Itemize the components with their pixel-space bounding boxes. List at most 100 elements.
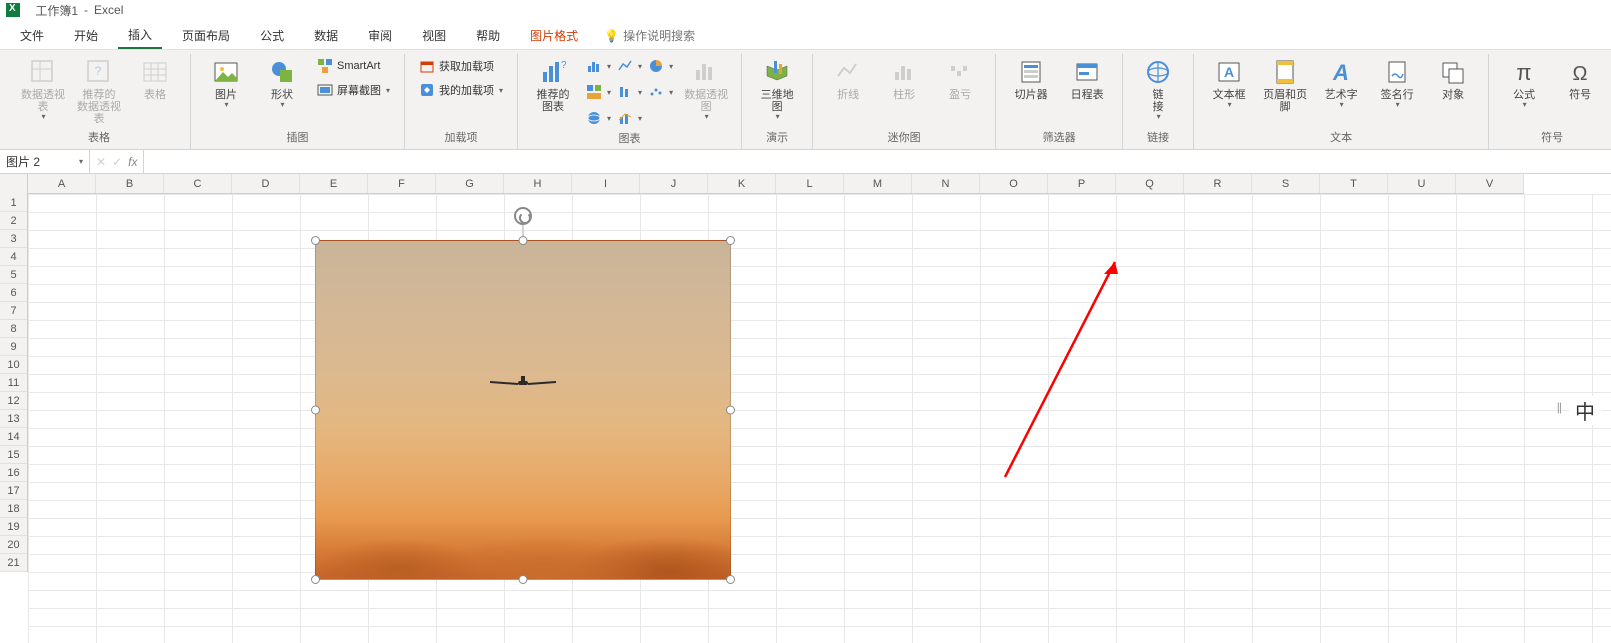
col-header[interactable]: D [232,174,300,193]
row-header[interactable]: 1 [0,194,27,212]
col-header[interactable]: J [640,174,708,193]
select-all-corner[interactable] [0,174,28,194]
col-header[interactable]: U [1388,174,1456,193]
pivot-table-button[interactable]: 数据透视表▾ [18,54,68,126]
row-header[interactable]: 3 [0,230,27,248]
row-header[interactable]: 12 [0,392,27,410]
tab-picture-format[interactable]: 图片格式 [520,23,588,48]
inserted-picture[interactable] [315,240,731,580]
resize-handle-w[interactable] [311,406,320,415]
col-header[interactable]: H [504,174,572,193]
resize-handle-n[interactable] [519,236,528,245]
pictures-button[interactable]: 图片▾ [201,54,251,114]
col-header[interactable]: B [96,174,164,193]
equation-button[interactable]: π 公式▾ [1499,54,1549,114]
col-header[interactable]: R [1184,174,1252,193]
row-header[interactable]: 9 [0,338,27,356]
row-header[interactable]: 2 [0,212,27,230]
signature-button[interactable]: 签名行▾ [1372,54,1422,114]
rotate-handle[interactable] [514,207,532,225]
col-header[interactable]: P [1048,174,1116,193]
tab-formulas[interactable]: 公式 [250,23,294,48]
col-header[interactable]: E [300,174,368,193]
col-header[interactable]: O [980,174,1048,193]
resize-handle-sw[interactable] [311,575,320,584]
tell-me-search[interactable]: 💡 操作说明搜索 [604,27,695,44]
recommended-charts-button[interactable]: ? 推荐的 图表 [528,54,578,117]
tab-insert[interactable]: 插入 [118,22,162,49]
col-header[interactable]: Q [1116,174,1184,193]
col-header[interactable]: L [776,174,844,193]
ime-indicator[interactable]: 中 [1569,396,1601,425]
resize-handle-e[interactable] [726,406,735,415]
col-header[interactable]: V [1456,174,1524,193]
col-header[interactable]: G [436,174,504,193]
col-header[interactable]: C [164,174,232,193]
column-chart-button[interactable]: ▾ [584,54,613,78]
name-box[interactable]: 图片 2 ▾ [0,150,90,173]
tab-data[interactable]: 数据 [304,23,348,48]
row-header[interactable]: 8 [0,320,27,338]
row-header[interactable]: 15 [0,446,27,464]
tab-file[interactable]: 文件 [10,23,54,48]
pivot-chart-button[interactable]: 数据透视图▾ [681,54,731,126]
tab-help[interactable]: 帮助 [466,23,510,48]
row-header[interactable]: 18 [0,500,27,518]
timeline-button[interactable]: 日程表 [1062,54,1112,105]
sparkline-winloss-button[interactable]: 盈亏 [935,54,985,105]
row-header[interactable]: 6 [0,284,27,302]
recommended-pivot-button[interactable]: ? 推荐的 数据透视表 [74,54,124,129]
resize-handle-se[interactable] [726,575,735,584]
resize-handle-ne[interactable] [726,236,735,245]
row-header[interactable]: 14 [0,428,27,446]
line-chart-button[interactable]: ▾ [615,54,644,78]
object-button[interactable]: 对象 [1428,54,1478,105]
map-chart-button[interactable]: ▾ [584,106,613,130]
symbol-button[interactable]: Ω 符号 [1555,54,1605,105]
wordart-button[interactable]: A 艺术字▾ [1316,54,1366,114]
spreadsheet-grid[interactable]: A B C D E F G H I J K L M N O P Q R S T … [0,174,1611,643]
fx-icon[interactable]: fx [128,155,137,169]
row-header[interactable]: 19 [0,518,27,536]
col-header[interactable]: M [844,174,912,193]
row-header[interactable]: 5 [0,266,27,284]
stat-chart-button[interactable]: ▾ [615,80,644,104]
hierarchy-chart-button[interactable]: ▾ [584,80,613,104]
tab-review[interactable]: 审阅 [358,23,402,48]
header-footer-button[interactable]: 页眉和页脚 [1260,54,1310,117]
col-header[interactable]: A [28,174,96,193]
col-header[interactable]: N [912,174,980,193]
cancel-formula-icon[interactable]: ✕ [96,155,106,169]
row-header[interactable]: 4 [0,248,27,266]
resize-handle-s[interactable] [519,575,528,584]
formula-input[interactable] [144,150,1611,173]
screenshot-button[interactable]: 屏幕截图▾ [313,78,394,102]
shapes-button[interactable]: 形状▾ [257,54,307,114]
cells-grid[interactable] [28,194,1611,643]
sparkline-line-button[interactable]: 折线 [823,54,873,105]
link-button[interactable]: 链 接▾ [1133,54,1183,126]
get-addins-button[interactable]: 获取加载项 [415,54,507,78]
tab-view[interactable]: 视图 [412,23,456,48]
resize-handle-nw[interactable] [311,236,320,245]
table-button[interactable]: 表格 [130,54,180,105]
smartart-button[interactable]: SmartArt [313,54,394,78]
row-header[interactable]: 17 [0,482,27,500]
sparkline-column-button[interactable]: 柱形 [879,54,929,105]
textbox-button[interactable]: A 文本框▾ [1204,54,1254,114]
pie-chart-button[interactable]: ▾ [646,54,675,78]
confirm-formula-icon[interactable]: ✓ [112,155,122,169]
combo-chart-button[interactable]: ▾ [615,106,644,130]
slicer-button[interactable]: 切片器 [1006,54,1056,105]
col-header[interactable]: S [1252,174,1320,193]
col-header[interactable]: K [708,174,776,193]
row-header[interactable]: 7 [0,302,27,320]
row-header[interactable]: 16 [0,464,27,482]
my-addins-button[interactable]: 我的加载项▾ [415,78,507,102]
3d-map-button[interactable]: 三维地 图▾ [752,54,802,126]
col-header[interactable]: F [368,174,436,193]
tab-page-layout[interactable]: 页面布局 [172,23,240,48]
row-header[interactable]: 11 [0,374,27,392]
tab-home[interactable]: 开始 [64,23,108,48]
scatter-chart-button[interactable]: ▾ [646,80,675,104]
